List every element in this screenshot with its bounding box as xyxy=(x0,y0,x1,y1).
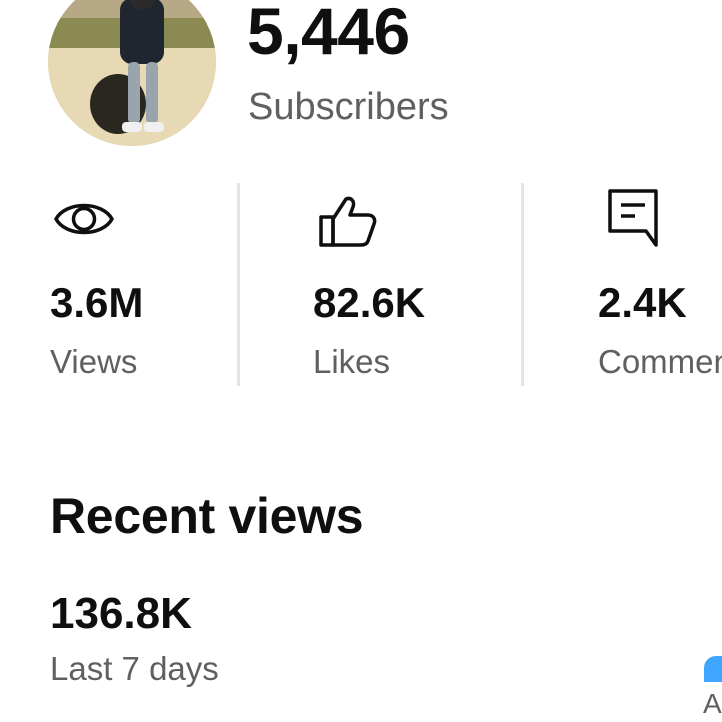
comments-label: Comments xyxy=(598,345,722,378)
partial-chart-bar xyxy=(704,656,722,682)
subscriber-count: 5,446 xyxy=(247,0,410,68)
likes-label: Likes xyxy=(313,343,391,380)
comment-icon xyxy=(608,189,658,247)
channel-avatar[interactable] xyxy=(48,0,216,146)
comments-value: 2.4K xyxy=(598,279,687,326)
recent-views-title: Recent views xyxy=(50,488,364,544)
views-value: 3.6M xyxy=(50,279,144,326)
eye-icon xyxy=(54,203,114,235)
subscriber-label: Subscribers xyxy=(248,86,449,128)
avatar-photo xyxy=(48,0,216,146)
partial-edge-label: A xyxy=(703,690,722,718)
stat-divider xyxy=(521,183,524,386)
views-label: Views xyxy=(50,343,138,380)
stat-divider xyxy=(237,183,240,386)
recent-views-value: 136.8K xyxy=(50,589,192,638)
recent-views-period: Last 7 days xyxy=(50,650,219,687)
thumbs-up-icon xyxy=(319,196,377,247)
likes-value: 82.6K xyxy=(313,279,426,326)
